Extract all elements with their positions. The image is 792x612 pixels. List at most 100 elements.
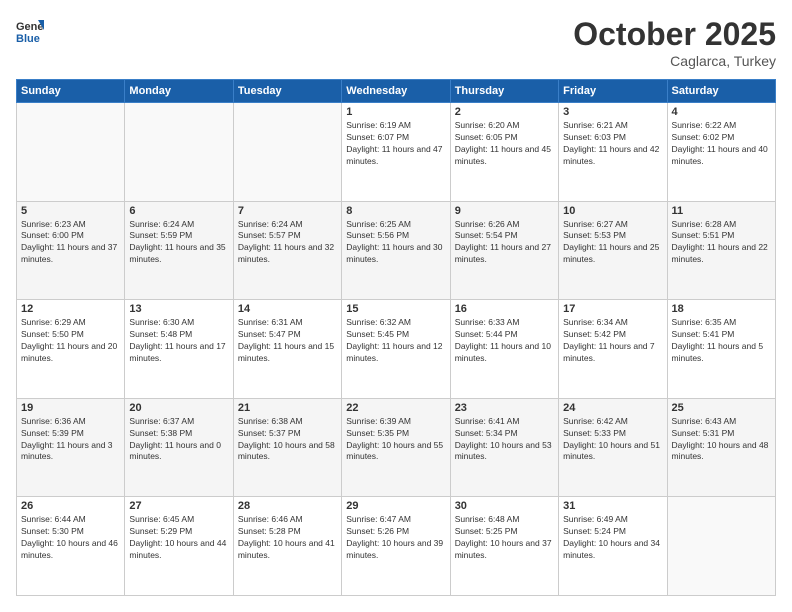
day-number: 27 [129, 500, 228, 512]
calendar-cell: 29 Sunrise: 6:47 AM Sunset: 5:26 PM Dayli… [342, 497, 450, 596]
calendar-cell: 1 Sunrise: 6:19 AM Sunset: 6:07 PM Daylig… [342, 103, 450, 202]
logo: General Blue [16, 16, 48, 44]
day-number: 10 [563, 205, 662, 217]
day-info: Sunrise: 6:32 AM Sunset: 5:45 PM Dayligh… [346, 317, 445, 365]
col-friday: Friday [559, 80, 667, 103]
day-info: Sunrise: 6:41 AM Sunset: 5:34 PM Dayligh… [455, 416, 554, 464]
calendar-week-row: 19 Sunrise: 6:36 AM Sunset: 5:39 PM Dayli… [17, 398, 776, 497]
calendar-cell: 11 Sunrise: 6:28 AM Sunset: 5:51 PM Dayli… [667, 201, 775, 300]
day-number: 12 [21, 303, 120, 315]
day-number: 25 [672, 402, 771, 414]
day-info: Sunrise: 6:21 AM Sunset: 6:03 PM Dayligh… [563, 120, 662, 168]
calendar-week-row: 26 Sunrise: 6:44 AM Sunset: 5:30 PM Dayli… [17, 497, 776, 596]
day-info: Sunrise: 6:25 AM Sunset: 5:56 PM Dayligh… [346, 219, 445, 267]
calendar-cell: 23Sunrise: 6:41 AM Sunset: 5:34 PM Dayli… [450, 398, 558, 497]
day-info: Sunrise: 6:48 AM Sunset: 5:25 PM Dayligh… [455, 514, 554, 562]
calendar-cell: 16 Sunrise: 6:33 AM Sunset: 5:44 PM Dayli… [450, 300, 558, 399]
day-info: Sunrise: 6:44 AM Sunset: 5:30 PM Dayligh… [21, 514, 120, 562]
day-info: Sunrise: 6:28 AM Sunset: 5:51 PM Dayligh… [672, 219, 771, 267]
day-info: Sunrise: 6:38 AM Sunset: 5:37 PM Dayligh… [238, 416, 337, 464]
calendar-cell: 4 Sunrise: 6:22 AM Sunset: 6:02 PM Daylig… [667, 103, 775, 202]
calendar-cell: 26 Sunrise: 6:44 AM Sunset: 5:30 PM Dayli… [17, 497, 125, 596]
day-number: 9 [455, 205, 554, 217]
day-number: 30 [455, 500, 554, 512]
calendar-week-row: 5 Sunrise: 6:23 AM Sunset: 6:00 PM Daylig… [17, 201, 776, 300]
day-info: Sunrise: 6:22 AM Sunset: 6:02 PM Dayligh… [672, 120, 771, 168]
day-number: 22 [346, 402, 445, 414]
day-number: 19 [21, 402, 120, 414]
day-info: Sunrise: 6:31 AM Sunset: 5:47 PM Dayligh… [238, 317, 337, 365]
day-info: Sunrise: 6:39 AM Sunset: 5:35 PM Dayligh… [346, 416, 445, 464]
calendar-cell [125, 103, 233, 202]
calendar-cell: 19 Sunrise: 6:36 AM Sunset: 5:39 PM Dayli… [17, 398, 125, 497]
calendar-cell: 28Sunrise: 6:46 AM Sunset: 5:28 PM Dayli… [233, 497, 341, 596]
day-info: Sunrise: 6:42 AM Sunset: 5:33 PM Dayligh… [563, 416, 662, 464]
col-sunday: Sunday [17, 80, 125, 103]
calendar-cell [17, 103, 125, 202]
day-info: Sunrise: 6:27 AM Sunset: 5:53 PM Dayligh… [563, 219, 662, 267]
calendar-cell: 12 Sunrise: 6:29 AM Sunset: 5:50 PM Dayli… [17, 300, 125, 399]
calendar-cell: 21 Sunrise: 6:38 AM Sunset: 5:37 PM Dayli… [233, 398, 341, 497]
calendar-week-row: 12 Sunrise: 6:29 AM Sunset: 5:50 PM Dayli… [17, 300, 776, 399]
calendar-cell: 13 Sunrise: 6:30 AM Sunset: 5:48 PM Dayli… [125, 300, 233, 399]
calendar-week-row: 1 Sunrise: 6:19 AM Sunset: 6:07 PM Daylig… [17, 103, 776, 202]
day-number: 28 [238, 500, 337, 512]
day-number: 24 [563, 402, 662, 414]
day-info: Sunrise: 6:26 AM Sunset: 5:54 PM Dayligh… [455, 219, 554, 267]
day-info: Sunrise: 6:43 AM Sunset: 5:31 PM Dayligh… [672, 416, 771, 464]
day-number: 29 [346, 500, 445, 512]
day-info: Sunrise: 6:45 AM Sunset: 5:29 PM Dayligh… [129, 514, 228, 562]
day-number: 8 [346, 205, 445, 217]
calendar-cell: 9 Sunrise: 6:26 AM Sunset: 5:54 PM Daylig… [450, 201, 558, 300]
page: General Blue October 2025 Caglarca, Turk… [0, 0, 792, 612]
day-number: 26 [21, 500, 120, 512]
calendar-cell: 8 Sunrise: 6:25 AM Sunset: 5:56 PM Daylig… [342, 201, 450, 300]
calendar-cell: 22 Sunrise: 6:39 AM Sunset: 5:35 PM Dayli… [342, 398, 450, 497]
day-info: Sunrise: 6:49 AM Sunset: 5:24 PM Dayligh… [563, 514, 662, 562]
calendar-cell: 31 Sunrise: 6:49 AM Sunset: 5:24 PM Dayli… [559, 497, 667, 596]
day-info: Sunrise: 6:20 AM Sunset: 6:05 PM Dayligh… [455, 120, 554, 168]
day-number: 4 [672, 106, 771, 118]
calendar-subtitle: Caglarca, Turkey [573, 53, 776, 69]
calendar-cell: 30 Sunrise: 6:48 AM Sunset: 5:25 PM Dayli… [450, 497, 558, 596]
calendar-table: Sunday Monday Tuesday Wednesday Thursday… [16, 79, 776, 596]
day-number: 20 [129, 402, 228, 414]
day-number: 1 [346, 106, 445, 118]
day-number: 16 [455, 303, 554, 315]
calendar-cell: 18Sunrise: 6:35 AM Sunset: 5:41 PM Dayli… [667, 300, 775, 399]
calendar-cell: 2Sunrise: 6:20 AM Sunset: 6:05 PM Daylig… [450, 103, 558, 202]
col-tuesday: Tuesday [233, 80, 341, 103]
day-info: Sunrise: 6:33 AM Sunset: 5:44 PM Dayligh… [455, 317, 554, 365]
day-number: 21 [238, 402, 337, 414]
calendar-header-row: Sunday Monday Tuesday Wednesday Thursday… [17, 80, 776, 103]
day-info: Sunrise: 6:29 AM Sunset: 5:50 PM Dayligh… [21, 317, 120, 365]
calendar-cell [233, 103, 341, 202]
calendar-cell: 27 Sunrise: 6:45 AM Sunset: 5:29 PM Dayli… [125, 497, 233, 596]
calendar-cell: 10 Sunrise: 6:27 AM Sunset: 5:53 PM Dayli… [559, 201, 667, 300]
day-number: 7 [238, 205, 337, 217]
day-info: Sunrise: 6:47 AM Sunset: 5:26 PM Dayligh… [346, 514, 445, 562]
day-info: Sunrise: 6:36 AM Sunset: 5:39 PM Dayligh… [21, 416, 120, 464]
calendar-cell: 3 Sunrise: 6:21 AM Sunset: 6:03 PM Daylig… [559, 103, 667, 202]
col-thursday: Thursday [450, 80, 558, 103]
day-number: 13 [129, 303, 228, 315]
day-number: 3 [563, 106, 662, 118]
calendar-cell: 7Sunrise: 6:24 AM Sunset: 5:57 PM Daylig… [233, 201, 341, 300]
calendar-cell: 15 Sunrise: 6:32 AM Sunset: 5:45 PM Dayli… [342, 300, 450, 399]
calendar-cell [667, 497, 775, 596]
day-info: Sunrise: 6:30 AM Sunset: 5:48 PM Dayligh… [129, 317, 228, 365]
day-info: Sunrise: 6:19 AM Sunset: 6:07 PM Dayligh… [346, 120, 445, 168]
day-number: 31 [563, 500, 662, 512]
col-wednesday: Wednesday [342, 80, 450, 103]
col-saturday: Saturday [667, 80, 775, 103]
calendar-cell: 5 Sunrise: 6:23 AM Sunset: 6:00 PM Daylig… [17, 201, 125, 300]
day-number: 11 [672, 205, 771, 217]
day-number: 6 [129, 205, 228, 217]
day-info: Sunrise: 6:23 AM Sunset: 6:00 PM Dayligh… [21, 219, 120, 267]
day-number: 5 [21, 205, 120, 217]
calendar-cell: 20Sunrise: 6:37 AM Sunset: 5:38 PM Dayli… [125, 398, 233, 497]
day-number: 18 [672, 303, 771, 315]
calendar-title: October 2025 [573, 16, 776, 53]
day-number: 15 [346, 303, 445, 315]
calendar-cell: 14Sunrise: 6:31 AM Sunset: 5:47 PM Dayli… [233, 300, 341, 399]
